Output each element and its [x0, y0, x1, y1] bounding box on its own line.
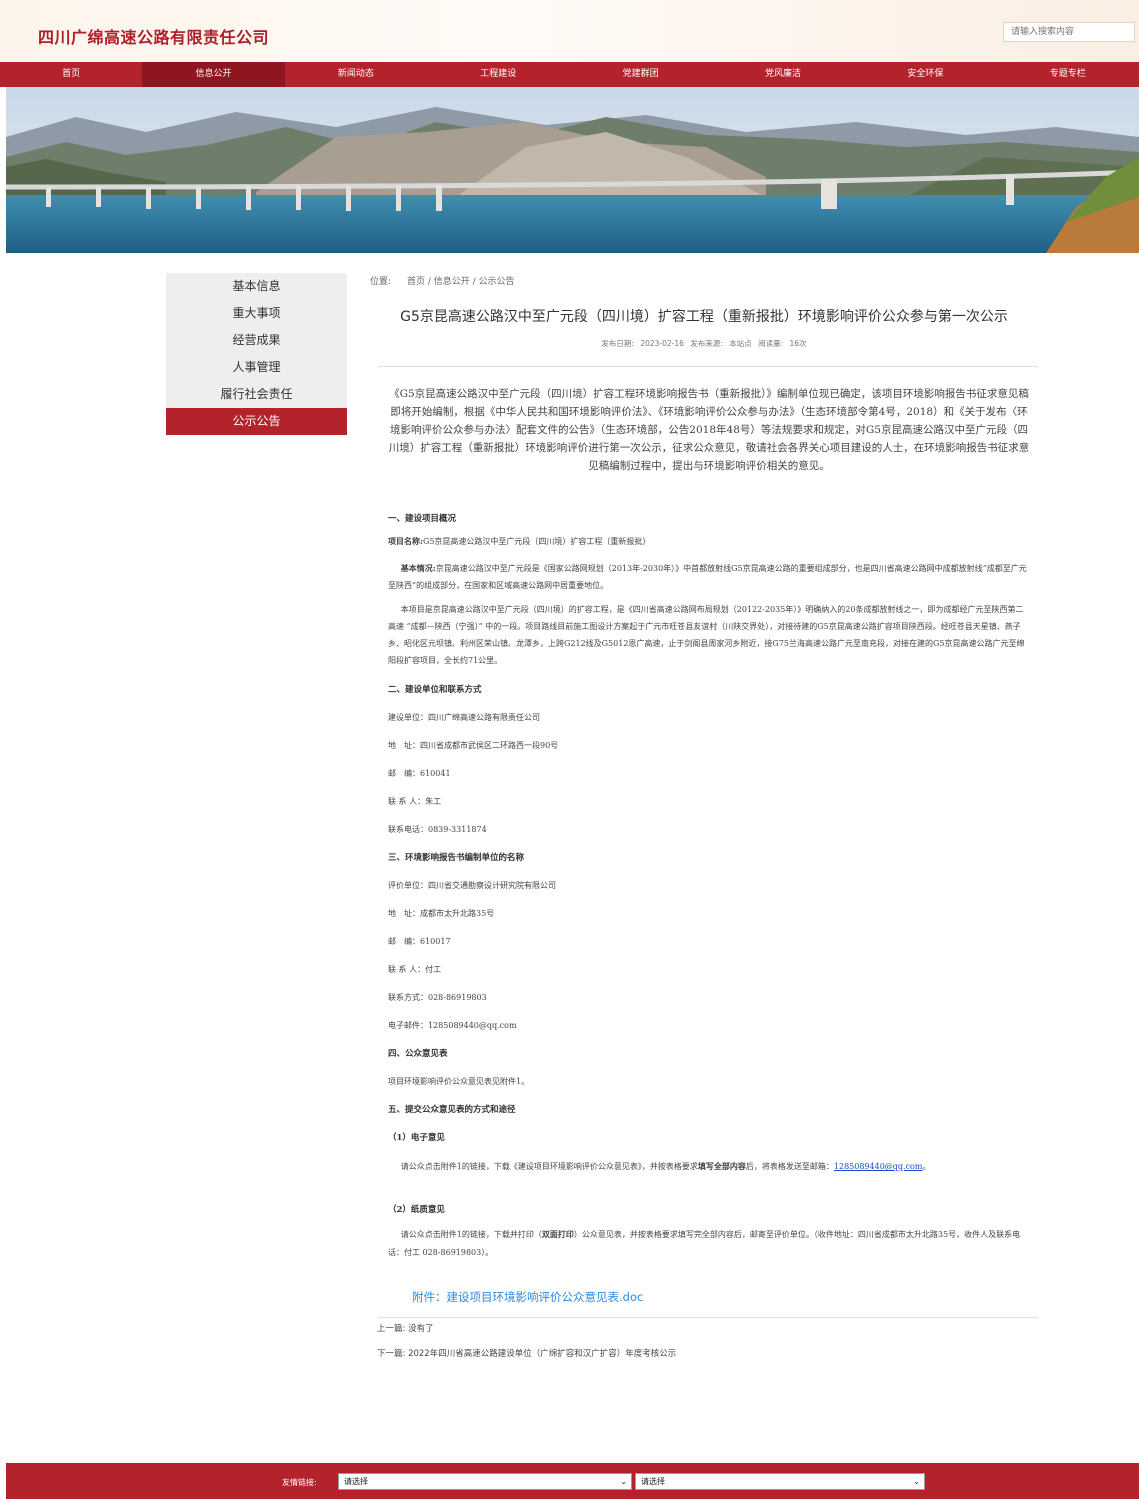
sidebar: 基本信息 重大事项 经营成果 人事管理 履行社会责任 公示公告: [166, 273, 347, 435]
evaluator-unit: 评价单位：四川省交通勘察设计研究院有限公司: [388, 881, 556, 890]
article-meta: 发布日期: 2023-02-16 发布来源: 本站点 阅读量: 16次: [601, 339, 807, 348]
paper-text-part: 请公众点击附件1的链接，下载并打印（: [400, 1230, 542, 1239]
nav-item-info-disclosure[interactable]: 信息公开: [142, 62, 285, 87]
next-label: 下一篇:: [377, 1349, 406, 1359]
sidebar-item-announcements[interactable]: 公示公告: [166, 408, 347, 435]
sidebar-item-social-responsibility[interactable]: 履行社会责任: [166, 381, 347, 408]
select-value: 请选择: [641, 1477, 665, 1486]
divider: [378, 366, 1038, 367]
project-description: 本项目是京昆高速公路汉中至广元段（四川境）的扩容工程，是《四川省高速公路网布局规…: [388, 605, 1025, 665]
builder-contact: 联 系 人：朱工: [388, 797, 442, 806]
article-title: G5京昆高速公路汉中至广元段（四川境）扩容工程（重新报批）环境影响评价公众参与第…: [400, 309, 1008, 325]
divider: [378, 1317, 1038, 1318]
builder-unit: 建设单位：四川广绵高速公路有限责任公司: [388, 713, 540, 722]
next-article: 下一篇: 2022年四川省高速公路建设单位（广绵扩容和汉广扩容）年度考核公示: [377, 1347, 676, 1359]
chevron-down-icon: ⌄: [913, 1477, 920, 1486]
builder-phone: 联系电话：0839-3311874: [388, 825, 487, 834]
sidebar-item-operating-results[interactable]: 经营成果: [166, 327, 347, 354]
paper-text-bold: 双面打印: [541, 1229, 574, 1239]
section-heading: 一、建设项目概况: [388, 514, 457, 524]
electronic-text-part: 请公众点击附件1的链接，下载《建设项目环境影响评价公众意见表》，并按表格要求: [400, 1162, 698, 1171]
project-name: 项目名称:G5京昆高速公路汉中至广元段（四川境）扩容工程（重新报批）: [388, 532, 1030, 560]
builder-address: 地 址：四川省成都市武侯区二环路西一段90号: [388, 741, 559, 750]
site-logo[interactable]: 四川广绵高速公路有限责任公司: [38, 24, 269, 48]
electronic-text-part: 后，将表格发送至邮箱：: [745, 1162, 834, 1171]
evaluator-address: 地 址：成都市太升北路35号: [388, 909, 495, 918]
electronic-text-end: 。: [922, 1162, 931, 1171]
section-heading: 二、建设单位和联系方式: [388, 685, 482, 695]
site-header: 四川广绵高速公路有限责任公司: [0, 0, 1139, 62]
evaluator-email: 电子邮件：1285089440@qq.com: [388, 1021, 517, 1030]
nav-item-party[interactable]: 党建群团: [570, 62, 712, 87]
section-heading: 三、环境影响报告书编制单位的名称: [388, 853, 525, 863]
paper-opinion-text: 请公众点击附件1的链接，下载并打印（双面打印）公众意见表，并按表格要求填写完全部…: [388, 1225, 1030, 1262]
friendly-links-select-2[interactable]: 请选择 ⌄: [635, 1473, 925, 1490]
evaluator-postcode: 邮 编：610017: [388, 937, 451, 946]
prev-value: 没有了: [408, 1324, 434, 1334]
opinion-form-note: 项目环境影响评价公众意见表见附件1。: [388, 1077, 530, 1086]
search-input[interactable]: [1003, 22, 1135, 42]
chevron-down-icon: ⌄: [620, 1477, 627, 1486]
next-article-link[interactable]: 2022年四川省高速公路建设单位（广绵扩容和汉广扩容）年度考核公示: [408, 1349, 676, 1359]
nav-item-special[interactable]: 专题专栏: [997, 62, 1139, 87]
evaluator-phone: 联系方式：028-86919803: [388, 993, 487, 1002]
basic-info-value: 京昆高速公路汉中至广元段是《国家公路网规划（2013年-2030年）》中首都放射…: [388, 564, 1027, 590]
evaluator-contact: 联 系 人：付工: [388, 965, 442, 974]
breadcrumb: 位置: 首页 / 信息公开 / 公示公告: [370, 274, 515, 287]
sidebar-item-major-matters[interactable]: 重大事项: [166, 300, 347, 327]
sidebar-item-basic-info[interactable]: 基本信息: [166, 273, 347, 300]
basic-info-label: 基本情况:: [400, 563, 436, 573]
section-heading: 四、公众意见表: [388, 1049, 448, 1059]
nav-item-news[interactable]: 新闻动态: [285, 62, 427, 87]
electronic-text-bold: 填写全部内容: [697, 1161, 746, 1171]
subsection-heading: （1）电子意见: [388, 1133, 445, 1143]
electronic-opinion-text: 请公众点击附件1的链接，下载《建设项目环境影响评价公众意见表》，并按表格要求填写…: [388, 1157, 1030, 1201]
friendly-links-label: 友情链接:: [282, 1478, 317, 1487]
nav-item-home[interactable]: 首页: [0, 62, 142, 87]
article-intro: 《G5京昆高速公路汉中至广元段（四川境）扩容工程环境影响报告书（重新报批）》编制…: [388, 388, 1030, 472]
subsection-heading: （2）纸质意见: [388, 1205, 445, 1215]
breadcrumb-path[interactable]: 首页 / 信息公开 / 公示公告: [407, 277, 515, 287]
prev-label: 上一篇:: [377, 1324, 406, 1334]
email-link[interactable]: 1285089440@qq.com: [834, 1162, 923, 1171]
attachment-link[interactable]: 附件：建设项目环境影响评价公众意见表.doc: [412, 1289, 643, 1305]
main-nav: 首页 信息公开 新闻动态 工程建设 党建群团 党风廉洁 安全环保 专题专栏: [0, 62, 1139, 87]
banner-image: [6, 87, 1139, 253]
bridge-landscape-illustration: [6, 87, 1139, 253]
breadcrumb-prefix: 位置:: [370, 277, 392, 287]
basic-info: 基本情况:京昆高速公路汉中至广元段是《国家公路网规划（2013年-2030年）》…: [388, 560, 1030, 601]
select-value: 请选择: [344, 1477, 368, 1486]
project-name-value: G5京昆高速公路汉中至广元段（四川境）扩容工程（重新报批）: [422, 537, 651, 546]
nav-item-construction[interactable]: 工程建设: [427, 62, 569, 87]
nav-item-safety[interactable]: 安全环保: [854, 62, 996, 87]
article-body: 一、建设项目概况 项目名称:G5京昆高速公路汉中至广元段（四川境）扩容工程（重新…: [388, 510, 1030, 1262]
sidebar-item-personnel[interactable]: 人事管理: [166, 354, 347, 381]
builder-postcode: 邮 编：610041: [388, 769, 451, 778]
prev-article: 上一篇: 没有了: [377, 1322, 434, 1334]
nav-item-integrity[interactable]: 党风廉洁: [712, 62, 854, 87]
friendly-links-select-1[interactable]: 请选择 ⌄: [338, 1473, 632, 1490]
section-heading: 五、提交公众意见表的方式和途径: [388, 1105, 516, 1115]
project-name-label: 项目名称:: [388, 536, 423, 546]
